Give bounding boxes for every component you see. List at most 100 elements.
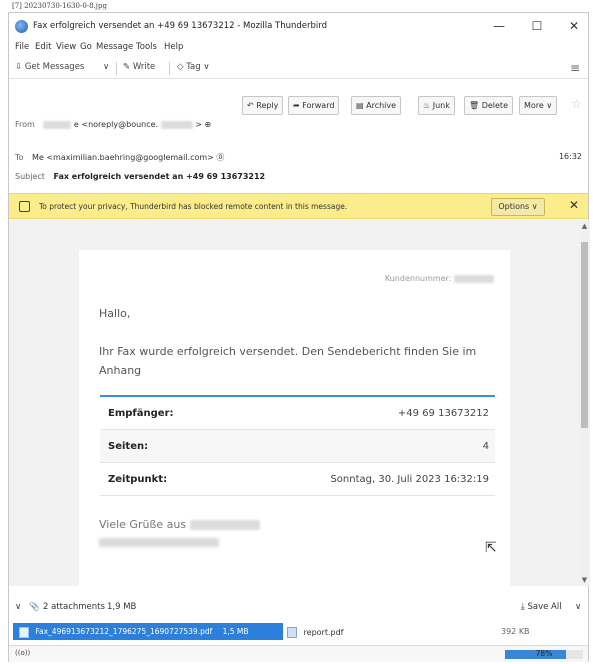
menu-help[interactable]: Help [164, 42, 183, 52]
from-label: From [15, 120, 35, 129]
save-all-dropdown[interactable]: ∨ [575, 602, 581, 612]
attachment-list: Fax_496913673212_1796275_1690727539.pdf … [9, 621, 588, 643]
attachment-item[interactable]: report.pdf [287, 627, 344, 638]
pdf-file-icon [287, 627, 297, 638]
save-all-button[interactable]: ⤓ Save All [521, 602, 562, 612]
menu-view[interactable]: View [56, 42, 76, 52]
subject-value: Fax erfolgreich versendet an +49 69 1367… [53, 172, 266, 181]
forward-button[interactable]: ➦ Forward [288, 96, 340, 115]
thunderbird-window: Fax erfolgreich versendet an +49 69 1367… [8, 12, 590, 662]
archive-button[interactable]: ▤ Archive [351, 96, 402, 115]
download-icon: ⤓ [521, 602, 525, 612]
scroll-up-icon[interactable]: ▲ [580, 222, 589, 230]
thunderbird-logo-icon [15, 20, 28, 33]
tag-button[interactable]: ◇ Tag ∨ [177, 62, 210, 72]
toolbar-divider [116, 62, 117, 75]
row-label: Seiten: [108, 441, 149, 452]
scroll-down-icon[interactable]: ▼ [580, 576, 589, 584]
close-notice-icon[interactable]: ✕ [569, 198, 579, 212]
menu-bar: File Edit View Go Message Tools Help [9, 39, 588, 55]
closing-text: Viele Grüße aus [99, 518, 260, 531]
image-caption: [7] 20230730-1630-0-8.jpg [12, 2, 107, 10]
attachments-toggle[interactable]: ∨ [15, 602, 21, 612]
tag-label: Tag ∨ [186, 62, 210, 72]
to-value[interactable]: Me <maximilian.baehring@googlemail.com> … [32, 153, 224, 162]
menu-file[interactable]: File [15, 42, 29, 52]
message-date: 16:32 [558, 152, 582, 161]
progress-label: 78% [535, 649, 553, 658]
pdf-file-icon [19, 626, 29, 638]
delete-label: Delete [481, 101, 508, 110]
row-value: Sonntag, 30. Juli 2023 16:32:19 [330, 474, 489, 485]
reply-icon: ↶ [247, 101, 254, 110]
table-row: Empfänger: +49 69 13673212 [100, 397, 495, 430]
attachments-summary[interactable]: 2 attachments [43, 602, 105, 612]
attachment-size: 1,5 MB [222, 627, 249, 636]
options-button[interactable]: Options ∨ [491, 198, 545, 216]
menu-message[interactable]: Message [96, 42, 133, 52]
email-card: Kundennummer: Hallo, Ihr Fax wurde erfol… [79, 250, 510, 586]
maximize-button[interactable]: ☐ [523, 17, 551, 35]
reply-button[interactable]: ↶ Reply [242, 96, 284, 115]
table-row: Zeitpunkt: Sonntag, 30. Juli 2023 16:32:… [100, 463, 495, 496]
attachment-item[interactable]: Fax_496913673212_1796275_1690727539.pdf … [13, 623, 283, 640]
from-value[interactable]: e <noreply@bounce. [74, 120, 158, 129]
subject-row: Subject Fax erfolgreich versendet an +49… [15, 172, 265, 181]
mouse-cursor-icon: ⇱ [485, 540, 497, 556]
star-icon[interactable]: ☆ [571, 97, 582, 111]
paperclip-icon: 📎 [29, 602, 40, 612]
message-header: ↶ Reply ➦ Forward ▤ Archive ♨ Junk 🗑 Del… [9, 81, 588, 191]
from-tail: > ⊕ [195, 120, 212, 129]
attachment-name: report.pdf [303, 628, 344, 637]
trash-icon: 🗑 [469, 101, 480, 110]
connection-status-icon: ((o)) [15, 649, 31, 657]
write-button[interactable]: ✎ Write [123, 62, 155, 72]
minimize-button[interactable]: — [485, 17, 513, 35]
archive-label: Archive [366, 101, 397, 110]
mail-toolbar: ⇩ Get Messages ∨ ✎ Write ◇ Tag ∨ ≡ [9, 57, 588, 79]
menu-go[interactable]: Go [80, 42, 92, 52]
message-scrollbar[interactable]: ▲ ▼ [579, 220, 590, 586]
to-row: To Me <maximilian.baehring@googlemail.co… [15, 152, 224, 163]
forward-icon: ➦ [293, 101, 300, 110]
write-label: Write [132, 62, 156, 72]
get-messages-label: Get Messages [24, 62, 85, 72]
blocked-content-icon [19, 201, 30, 212]
to-label: To [15, 153, 24, 162]
table-row: Seiten: 4 [100, 430, 495, 463]
scroll-thumb[interactable] [581, 242, 588, 428]
archive-icon: ▤ [356, 101, 364, 110]
fax-details-table: Empfänger: +49 69 13673212 Seiten: 4 Zei… [100, 395, 495, 496]
junk-button[interactable]: ♨ Junk [418, 96, 455, 115]
row-value: 4 [482, 441, 489, 452]
redacted-customer-number [454, 274, 494, 283]
progress-bar: 78% [505, 649, 583, 659]
row-value: +49 69 13673212 [397, 408, 489, 419]
get-messages-button[interactable]: ⇩ Get Messages [15, 62, 84, 72]
from-row: From e <noreply@bounce. > ⊕ [15, 120, 211, 129]
subject-label: Subject [15, 172, 45, 181]
remote-content-notification: To protect your privacy, Thunderbird has… [9, 193, 588, 219]
get-messages-dropdown[interactable]: ∨ [103, 62, 109, 72]
close-window-button[interactable]: ✕ [560, 17, 588, 35]
tag-icon: ◇ [177, 62, 184, 72]
more-button[interactable]: More ∨ [519, 96, 558, 115]
save-all-label: Save All [527, 602, 562, 612]
status-bar: ((o)) 78% [9, 645, 588, 662]
redacted-company-name [189, 520, 260, 530]
message-body-pane: Kundennummer: Hallo, Ihr Fax wurde erfol… [9, 220, 579, 586]
closing-label: Viele Grüße aus [99, 518, 187, 531]
menu-edit[interactable]: Edit [35, 42, 51, 52]
junk-icon: ♨ [423, 101, 431, 110]
customer-number: Kundennummer: [385, 274, 494, 283]
app-menu-icon[interactable]: ≡ [570, 61, 580, 75]
body-text: Ihr Fax wurde erfolgreich versendet. Den… [99, 345, 477, 377]
attachment-name: Fax_496913673212_1796275_1690727539.pdf [35, 627, 213, 636]
menu-tools[interactable]: Tools [136, 42, 157, 52]
attachments-bar: ∨ 📎 2 attachments 1,9 MB ⤓ Save All ∨ [9, 598, 588, 618]
attachment-size: 392 KB [501, 627, 530, 636]
forward-label: Forward [302, 101, 335, 110]
inbox-download-icon: ⇩ [15, 62, 23, 72]
delete-button[interactable]: 🗑 Delete [464, 96, 513, 115]
greeting: Hallo, [99, 307, 131, 320]
